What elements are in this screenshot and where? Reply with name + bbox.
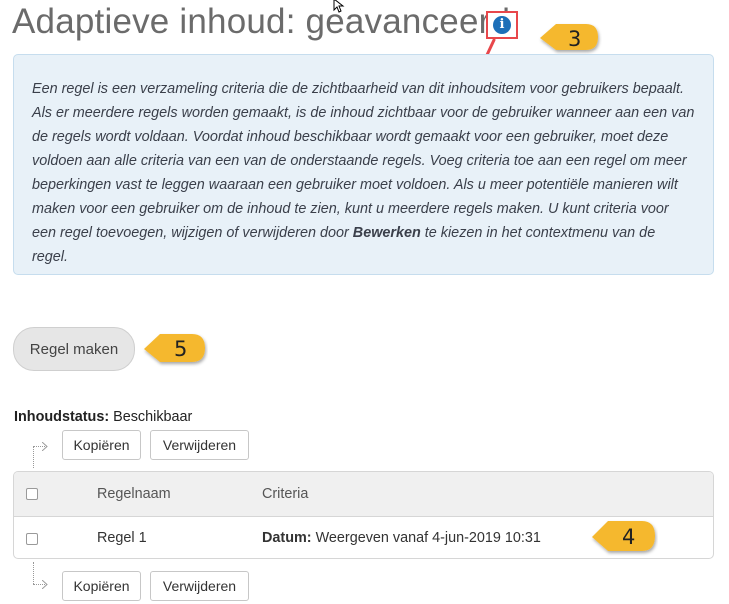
select-all-checkbox[interactable] [26, 488, 38, 500]
content-status: Inhoudstatus: Beschikbaar [14, 409, 192, 425]
table-header: Regelnaam Criteria [14, 472, 713, 517]
callout-badge-4: 4 [590, 518, 655, 552]
callout-badge-3: 3 [538, 21, 602, 55]
callout-number: 5 [174, 337, 188, 361]
rule-name-link[interactable]: Regel 1 [97, 530, 147, 546]
status-label: Inhoudstatus: [14, 409, 110, 425]
tree-connector [33, 446, 34, 468]
page-title: Adaptieve inhoud: geavanceerd [12, 2, 511, 41]
tree-connector [33, 562, 34, 584]
info-panel: Een regel is een verzameling criteria di… [13, 54, 714, 275]
info-description: Een regel is een verzameling criteria di… [32, 81, 695, 265]
connector-arrow-icon [42, 580, 48, 589]
edit-keyword: Bewerken [352, 225, 421, 241]
callout-badge-5: 5 [142, 331, 206, 365]
create-rule-button[interactable]: Regel maken [13, 327, 135, 371]
connector-arrow-icon [42, 442, 48, 451]
column-header-criteria: Criteria [262, 486, 309, 502]
rule-criteria: Datum: Weergeven vanaf 4-jun-2019 10:31 [262, 530, 541, 546]
delete-button-top[interactable]: Verwijderen [150, 430, 249, 460]
delete-button-bottom[interactable]: Verwijderen [150, 571, 249, 601]
callout-number: 4 [622, 525, 636, 549]
column-header-name[interactable]: Regelnaam [97, 486, 171, 502]
row-checkbox[interactable] [26, 533, 38, 545]
callout-number: 3 [568, 27, 582, 51]
info-button[interactable]: i [486, 11, 518, 39]
status-value: Beschikbaar [109, 409, 193, 425]
info-icon: i [493, 16, 511, 34]
copy-button-top[interactable]: Kopiëren [62, 430, 141, 460]
copy-button-bottom[interactable]: Kopiëren [62, 571, 141, 601]
